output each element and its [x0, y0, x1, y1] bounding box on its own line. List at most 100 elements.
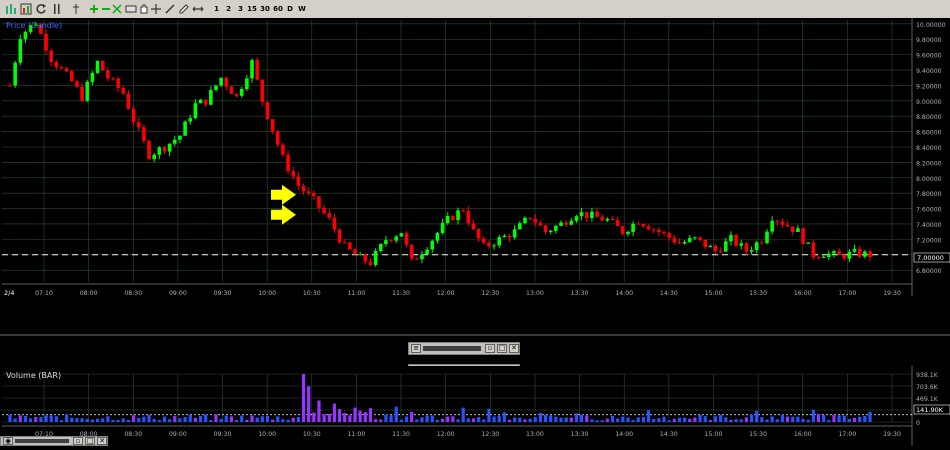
restore-icon[interactable]: ▫	[73, 437, 83, 445]
price-candle	[136, 122, 141, 128]
price-candle	[54, 61, 59, 68]
volume-bar	[626, 417, 630, 422]
price-candle	[821, 256, 826, 258]
volume-bar	[646, 410, 651, 422]
line-style-icon[interactable]	[52, 2, 62, 16]
maximize-icon[interactable]: □	[85, 437, 95, 445]
refresh-icon[interactable]	[34, 2, 48, 16]
price-candle	[234, 93, 239, 96]
price-candle	[698, 237, 702, 240]
price-x-tick-label: 14:00	[615, 290, 633, 297]
timeframe-d-button[interactable]: D	[285, 4, 295, 14]
close-icon[interactable]: ✕	[509, 344, 519, 353]
floating-window-3[interactable]: ◉ ▫ □ ✕	[0, 436, 108, 446]
panel-divider[interactable]	[0, 334, 950, 336]
volume-x-tick-label: 14:30	[660, 431, 678, 438]
volume-bar	[559, 417, 563, 422]
volume-y-tick-label: 469.1K	[916, 396, 939, 403]
volume-chart[interactable]: 938.1K703.6K469.1K234.5K0 07:1008:0008:3…	[0, 366, 950, 446]
volume-label: 141.90K	[916, 406, 944, 414]
window-titlebar[interactable]	[15, 439, 69, 443]
price-y-tick-label: 9.00000	[916, 99, 942, 106]
volume-bar	[693, 417, 697, 422]
timeframe-30-button[interactable]: 30	[259, 4, 271, 14]
price-candle	[497, 237, 502, 246]
volume-bar	[595, 420, 599, 422]
volume-bar	[204, 414, 208, 422]
volume-bar	[590, 419, 594, 422]
price-candle	[687, 238, 692, 242]
price-x-tick-label: 11:30	[392, 290, 410, 297]
volume-bar	[471, 418, 476, 422]
price-label: 7.00000	[917, 254, 944, 262]
timeframe-1-button[interactable]: 1	[212, 4, 221, 14]
price-candle	[229, 86, 234, 94]
bar-chart-icon[interactable]	[19, 2, 33, 16]
volume-bar	[507, 419, 512, 422]
price-candle	[384, 240, 388, 245]
volume-panel[interactable]: 938.1K703.6K469.1K234.5K0 07:1008:0008:3…	[0, 366, 950, 446]
price-candle	[667, 232, 671, 238]
date-label: 2/4	[4, 289, 14, 297]
price-candle	[435, 233, 440, 241]
timeframe-60-button[interactable]: 60	[272, 4, 284, 14]
volume-bar	[394, 406, 398, 422]
price-chart[interactable]: 6.80000 7.00000 7.20000 7.40000 7.60000 7.800…	[0, 18, 950, 334]
scroll-icon[interactable]	[192, 2, 204, 16]
price-panel[interactable]: 6.80000 7.00000 7.20000 7.40000 7.60000 7.800…	[0, 18, 950, 334]
volume-bar	[600, 420, 604, 422]
volume-bar	[677, 417, 682, 422]
restore-icon[interactable]: ▫	[485, 344, 495, 353]
volume-bar	[183, 416, 187, 422]
volume-bar	[358, 410, 362, 422]
price-y-tick-label: 10.00000	[916, 22, 946, 29]
volume-bar	[832, 414, 836, 422]
crosshair-icon[interactable]	[150, 2, 162, 16]
maximize-icon[interactable]: □	[497, 344, 507, 353]
volume-bar	[435, 419, 440, 422]
price-candle	[281, 144, 285, 155]
price-candle	[152, 154, 156, 160]
volume-bar	[780, 414, 785, 422]
price-y-tick-label: 9.80000	[916, 37, 942, 44]
price-candle	[59, 67, 64, 69]
timeframe-3-button[interactable]: 3	[236, 4, 245, 14]
price-y-tick-label: 8.20000	[916, 160, 942, 167]
price-candle	[574, 216, 579, 221]
price-candle	[518, 223, 522, 230]
price-candle	[595, 211, 599, 217]
price-y-tick-label: 9.20000	[916, 83, 942, 90]
timeframe-w-button[interactable]: W	[297, 4, 307, 14]
volume-bar	[523, 419, 527, 422]
volume-bar	[621, 416, 625, 422]
volume-bar	[296, 417, 300, 422]
volume-bar	[399, 419, 403, 422]
zoom-in-icon[interactable]	[88, 2, 100, 16]
price-y-tick-label: 8.80000	[916, 114, 942, 121]
timeframe-15-button[interactable]: 15	[246, 4, 258, 14]
volume-bar	[23, 415, 28, 422]
window-menu-icon[interactable]: ≡	[411, 344, 421, 353]
chart-icon[interactable]	[4, 2, 18, 16]
price-candle	[533, 218, 538, 223]
timeframe-2-button[interactable]: 2	[224, 4, 233, 14]
floating-window-1[interactable]: ≡ ▫ □ ✕	[408, 342, 520, 355]
close-icon[interactable]: ✕	[97, 437, 107, 445]
zoom-fit-icon[interactable]	[111, 2, 123, 16]
price-candle	[445, 216, 450, 223]
window-eye-icon[interactable]: ◉	[3, 437, 13, 445]
volume-bar	[811, 409, 815, 422]
price-candle	[363, 254, 368, 262]
price-candle	[734, 235, 738, 246]
volume-bar	[415, 419, 419, 422]
draw-line-icon[interactable]	[164, 2, 176, 16]
pan-icon[interactable]	[138, 2, 150, 16]
draw-pencil-icon[interactable]	[178, 2, 190, 16]
price-candle	[760, 242, 764, 244]
price-candle	[291, 171, 296, 177]
volume-bar	[322, 414, 326, 422]
volume-bar	[636, 417, 640, 422]
zoom-reset-icon[interactable]	[125, 2, 137, 16]
volume-bar	[353, 407, 357, 422]
window-titlebar[interactable]	[423, 346, 481, 351]
